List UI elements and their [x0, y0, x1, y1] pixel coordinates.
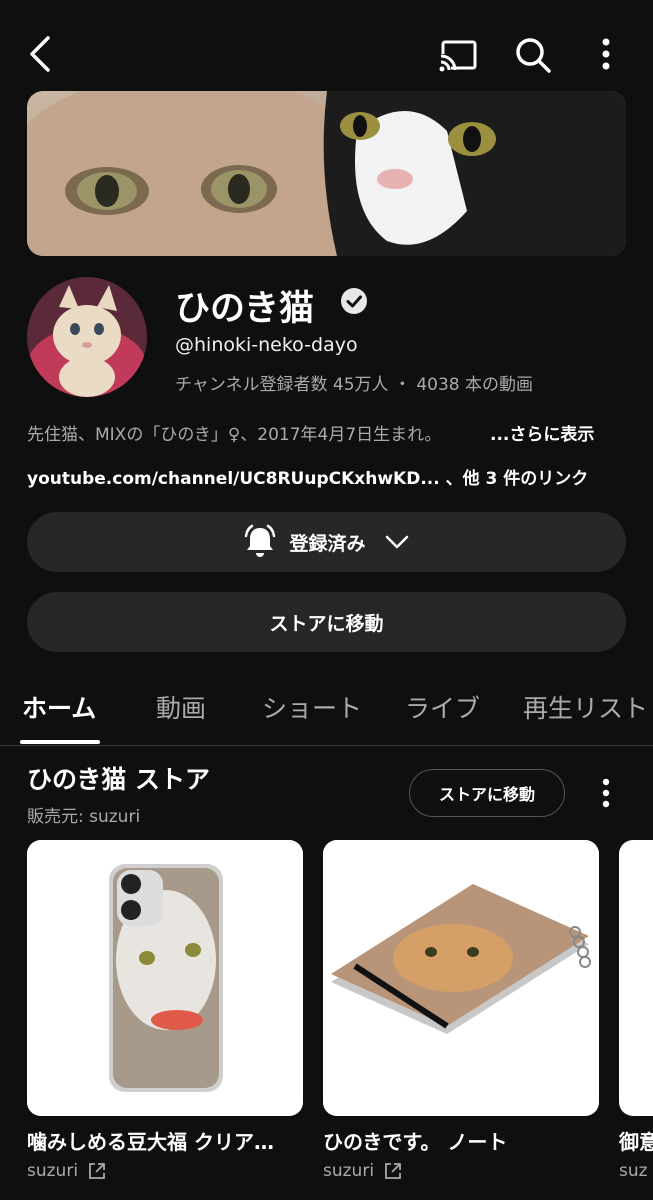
- tab-home[interactable]: ホーム: [22, 689, 96, 725]
- product-name: ひのきです。 ノート: [323, 1130, 508, 1154]
- channel-banner: [27, 91, 626, 256]
- product-card[interactable]: 御意 suz: [619, 840, 653, 1181]
- product-seller: suzuri: [323, 1161, 599, 1181]
- store-seller: 販売元: suzuri: [27, 807, 141, 827]
- chevron-down-icon: [385, 535, 408, 549]
- tab-shorts[interactable]: ショート: [262, 689, 362, 725]
- go-to-store-label: ストアに移動: [269, 612, 384, 635]
- banner-image: [27, 91, 626, 256]
- active-tab-indicator: [20, 740, 100, 744]
- store-go-button[interactable]: ストアに移動: [409, 769, 565, 817]
- product-image: [323, 840, 599, 1116]
- subscribed-label: 登録済み: [289, 532, 366, 555]
- store-title: ひのき猫 ストア: [27, 765, 210, 794]
- product-seller: suz: [619, 1161, 653, 1181]
- channel-avatar[interactable]: [27, 277, 147, 397]
- subscribed-button[interactable]: 登録済み: [27, 512, 626, 572]
- verified-icon: [341, 288, 367, 314]
- product-seller-label: suzuri: [27, 1161, 79, 1181]
- more-vertical-icon[interactable]: [594, 34, 618, 76]
- product-name: 噛みしめる豆大福 クリア…: [27, 1130, 274, 1154]
- product-image: [619, 840, 653, 1116]
- product-name: 御意: [619, 1130, 653, 1154]
- bell-ringing-icon: [245, 524, 276, 557]
- cast-icon[interactable]: [437, 34, 479, 76]
- channel-handle: @hinoki-neko-dayo: [175, 334, 358, 356]
- tab-live[interactable]: ライブ: [405, 689, 480, 725]
- more-vertical-icon[interactable]: [594, 777, 618, 809]
- go-to-store-button[interactable]: ストアに移動: [27, 592, 626, 652]
- channel-tabs: ホーム 動画 ショート ライブ 再生リスト: [0, 672, 653, 746]
- product-seller-label: suz: [619, 1161, 648, 1181]
- product-seller: suzuri: [27, 1161, 303, 1181]
- channel-stats: チャンネル登録者数 45万人 ・ 4038 本の動画: [175, 375, 533, 395]
- channel-description[interactable]: 先住猫、MIXの「ひのき」♀、2017年4月7日生まれ。: [27, 420, 441, 445]
- channel-links[interactable]: youtube.com/channel/UC8RUupCKxhwKD... 、他…: [27, 464, 588, 489]
- product-card[interactable]: ひのきです。 ノート suzuri: [323, 840, 599, 1181]
- tab-videos[interactable]: 動画: [156, 689, 206, 725]
- search-icon[interactable]: [511, 34, 555, 76]
- product-image: [27, 840, 303, 1116]
- tab-playlists[interactable]: 再生リスト: [523, 689, 648, 725]
- arrow-back-icon[interactable]: [22, 32, 62, 76]
- avatar-image: [27, 277, 147, 397]
- product-seller-label: suzuri: [323, 1161, 375, 1181]
- product-card[interactable]: 噛みしめる豆大福 クリア… suzuri: [27, 840, 303, 1181]
- external-link-icon: [89, 1163, 105, 1179]
- external-link-icon: [385, 1163, 401, 1179]
- show-more-link[interactable]: ...さらに表示: [490, 420, 594, 445]
- channel-name: ひのき猫: [175, 289, 314, 329]
